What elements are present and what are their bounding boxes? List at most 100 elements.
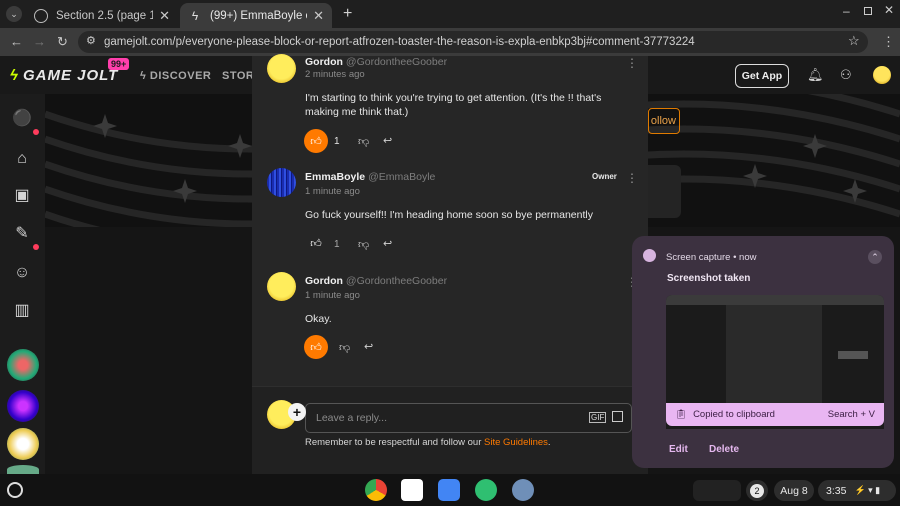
- bell-icon[interactable]: 🔔︎: [807, 67, 824, 83]
- comment-author[interactable]: EmmaBoyle @EmmaBoyle: [305, 171, 435, 183]
- dislike-button[interactable]: 👎︎: [339, 341, 350, 354]
- chat-icon[interactable]: ☺: [11, 262, 33, 284]
- avatar[interactable]: [267, 168, 296, 197]
- gamejolt-bolt-icon: ϟ: [191, 8, 199, 23]
- delete-button[interactable]: Delete: [709, 444, 739, 455]
- profile-side-card: [648, 165, 681, 218]
- notification-heading: Screenshot taken: [667, 273, 751, 284]
- site-info-icon[interactable]: ⚙: [86, 34, 96, 47]
- activity-icon[interactable]: ⚫: [11, 108, 33, 130]
- maximize-icon[interactable]: [864, 7, 872, 15]
- author-name: Gordon: [305, 56, 343, 68]
- gif-icon[interactable]: GIF: [589, 412, 607, 423]
- paste-shortcut: Search + V: [827, 409, 875, 420]
- nav-discover[interactable]: ϟ DISCOVER: [140, 70, 211, 82]
- minimize-icon[interactable]: –: [843, 4, 850, 18]
- community-avatar-1[interactable]: [7, 349, 39, 381]
- forward-icon[interactable]: →: [33, 34, 46, 50]
- gamejolt-logo[interactable]: ϟ GAME JOLT: [10, 67, 118, 84]
- like-button[interactable]: 👍︎: [304, 335, 328, 359]
- comment-text: Okay.: [305, 313, 332, 325]
- library-icon[interactable]: ▥: [11, 300, 33, 322]
- comment-options-icon[interactable]: ⋮: [626, 171, 638, 185]
- comment-text: I'm starting to think you're trying to g…: [305, 92, 602, 118]
- status-tray[interactable]: 3:35 ⚡ ▾ ▮: [818, 480, 896, 501]
- left-sidebar: ⚫ ⌂ ▣ ✎ ☺ ▥: [0, 94, 45, 474]
- author-handle: @GordontheeGoober: [345, 275, 448, 287]
- like-count: 1: [334, 136, 340, 147]
- copied-to-clipboard-bar[interactable]: 📋︎ Copied to clipboard Search + V: [666, 403, 884, 426]
- community-avatar-4[interactable]: [7, 465, 39, 474]
- edit-button[interactable]: Edit: [669, 444, 688, 455]
- thumb-toolbar: [666, 295, 884, 305]
- quests-icon[interactable]: ✎: [11, 223, 33, 245]
- backpack-icon[interactable]: ▣: [11, 185, 33, 207]
- like-button[interactable]: 👍︎: [304, 231, 328, 255]
- notification-count[interactable]: 2: [746, 480, 768, 501]
- chrome-icon[interactable]: [365, 479, 387, 501]
- discover-icon: ϟ: [140, 70, 150, 82]
- avatar[interactable]: [267, 272, 296, 301]
- comment-text: Go fuck yourself!! I'm heading home soon…: [305, 209, 593, 221]
- activity-unread-dot: [33, 129, 39, 135]
- comment-time: 1 minute ago: [305, 290, 360, 301]
- bookmark-star-icon[interactable]: ☆: [848, 33, 860, 49]
- notification-badge: 99+: [108, 58, 130, 70]
- close-icon[interactable]: ✕: [313, 8, 324, 24]
- notification-count-text: 2: [750, 483, 764, 498]
- reply-button[interactable]: ↩: [364, 340, 373, 353]
- community-avatar-2[interactable]: [7, 390, 39, 422]
- close-window-icon[interactable]: ✕: [884, 3, 894, 17]
- close-icon[interactable]: ✕: [159, 8, 170, 24]
- holding-space-thumbnail[interactable]: [693, 480, 741, 501]
- reply-button[interactable]: ↩: [383, 237, 392, 250]
- screen-capture-notification: Screen capture • now ⌃ Screenshot taken …: [632, 236, 894, 468]
- community-avatar-3[interactable]: [7, 428, 39, 460]
- settings-icon[interactable]: [512, 479, 534, 501]
- menu-icon[interactable]: ⋮: [882, 34, 895, 50]
- dislike-button[interactable]: 👎︎: [358, 238, 369, 251]
- tab-gamejolt[interactable]: ϟ (99+) EmmaBoyle on Game Jolt ✕: [180, 3, 332, 28]
- copied-label: Copied to clipboard: [693, 409, 775, 420]
- chevron-up-icon[interactable]: ⌃: [868, 250, 882, 264]
- emoji-keyboard-icon[interactable]: [612, 411, 623, 422]
- avatar[interactable]: [267, 54, 296, 83]
- add-attachment-button[interactable]: +: [288, 403, 306, 421]
- reply-input[interactable]: Leave a reply... GIF: [305, 403, 632, 433]
- comment-author[interactable]: Gordon @GordontheeGoober: [305, 56, 447, 68]
- tab-title: Section 2.5 (page 1 of 2) | ace: [56, 9, 154, 22]
- source-name: Screen capture: [666, 252, 731, 263]
- back-icon[interactable]: ←: [10, 34, 23, 50]
- comment-author[interactable]: Gordon @GordontheeGoober: [305, 275, 447, 287]
- messenger-icon[interactable]: [475, 479, 497, 501]
- friends-icon[interactable]: ⚇: [840, 67, 852, 83]
- new-tab-button[interactable]: +: [343, 5, 352, 23]
- dislike-button[interactable]: 👎︎: [358, 135, 369, 148]
- clipboard-icon: 📋︎: [675, 409, 688, 420]
- reload-icon[interactable]: ↻: [57, 34, 68, 50]
- tab-section-2-5[interactable]: Section 2.5 (page 1 of 2) | ace ✕: [26, 3, 178, 28]
- guideline-period: .: [547, 437, 551, 448]
- launcher-icon[interactable]: [7, 482, 23, 498]
- thumb-accent: [838, 351, 868, 359]
- follow-button[interactable]: ollow: [648, 108, 680, 134]
- files-icon[interactable]: [438, 479, 460, 501]
- guideline-note: Remember to be respectful and follow our…: [305, 437, 551, 448]
- notification-source: Screen capture • now: [666, 252, 757, 263]
- comment-time: 1 minute ago: [305, 186, 360, 197]
- date-tray[interactable]: Aug 8: [774, 480, 814, 501]
- gmail-icon[interactable]: [401, 479, 423, 501]
- address-bar[interactable]: ⚙ gamejolt.com/p/everyone-please-block-o…: [78, 31, 868, 53]
- clock-time: 3:35: [826, 484, 847, 497]
- comment-options-icon[interactable]: ⋮: [626, 56, 638, 70]
- reply-button[interactable]: ↩: [383, 134, 392, 147]
- site-guidelines-link[interactable]: Site Guidelines: [484, 437, 548, 448]
- tab-search-icon[interactable]: ⌄: [6, 6, 22, 22]
- user-avatar[interactable]: [873, 66, 891, 84]
- author-name: Gordon: [305, 275, 343, 287]
- get-app-button[interactable]: Get App: [735, 64, 789, 88]
- like-button[interactable]: 👍︎: [304, 129, 328, 153]
- thumbs-up-icon: 👍︎: [310, 135, 322, 148]
- store-icon[interactable]: ⌂: [11, 148, 33, 170]
- nav-discover-label: DISCOVER: [149, 70, 212, 82]
